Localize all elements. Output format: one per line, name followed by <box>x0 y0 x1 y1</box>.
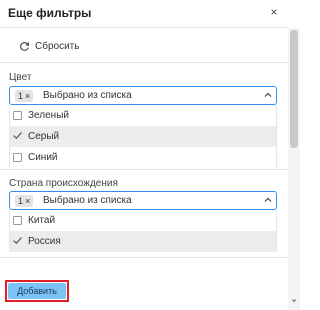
checkbox-checked[interactable] <box>13 237 22 246</box>
scroll-down-arrow-icon[interactable] <box>291 298 297 304</box>
reset-button[interactable]: Сбросить <box>19 38 79 54</box>
checkbox-checked[interactable] <box>13 132 22 141</box>
checkbox[interactable] <box>13 216 22 225</box>
color-selection-chip: 1 × <box>15 90 34 102</box>
header-divider <box>0 27 288 28</box>
chip-remove-icon[interactable]: × <box>25 91 30 101</box>
color-option-gray[interactable]: Серый <box>10 126 276 147</box>
add-button[interactable]: Добавить <box>8 283 66 299</box>
option-label: Зеленый <box>28 110 69 121</box>
country-select[interactable]: 1 × Выбрано из списка <box>9 191 277 210</box>
country-filter-label: Страна происхождения <box>9 178 118 189</box>
color-option-blue[interactable]: Синий <box>10 147 276 168</box>
color-select[interactable]: 1 × Выбрано из списка <box>9 86 277 105</box>
color-filter-label: Цвет <box>9 72 32 83</box>
checkbox[interactable] <box>13 153 22 162</box>
checkbox[interactable] <box>13 111 22 120</box>
color-options-list: Зеленый Серый Синий <box>9 105 277 168</box>
option-label: Китай <box>28 215 56 226</box>
reset-divider <box>0 62 288 63</box>
more-filters-panel: Еще фильтры × Сбросить Цвет 1 × Выбрано … <box>0 0 300 310</box>
panel-title: Еще фильтры <box>8 6 92 20</box>
country-option-china[interactable]: Китай <box>10 210 276 231</box>
chip-remove-icon[interactable]: × <box>25 196 30 206</box>
option-label: Синий <box>28 152 58 163</box>
chevron-up-icon[interactable] <box>262 89 274 101</box>
color-divider <box>0 169 288 170</box>
option-label: Россия <box>28 236 61 247</box>
country-selection-chip: 1 × <box>15 195 34 207</box>
panel-header: Еще фильтры × <box>0 0 300 27</box>
color-select-value: Выбрано из списка <box>43 90 132 101</box>
close-icon[interactable]: × <box>268 5 280 19</box>
country-divider <box>0 257 288 258</box>
option-label: Серый <box>28 131 60 142</box>
refresh-icon <box>20 41 30 51</box>
country-select-value: Выбрано из списка <box>43 195 132 206</box>
country-option-russia[interactable]: Россия <box>10 231 276 252</box>
scrollbar-thumb[interactable] <box>290 30 298 148</box>
checkmark-icon <box>13 237 22 245</box>
reset-label: Сбросить <box>35 40 80 52</box>
chevron-up-icon[interactable] <box>262 194 274 206</box>
chip-count: 1 <box>18 91 24 101</box>
color-option-green[interactable]: Зеленый <box>10 105 276 126</box>
country-options-list: Китай Россия <box>9 210 277 252</box>
checkmark-icon <box>13 132 22 140</box>
chip-count: 1 <box>18 196 24 206</box>
